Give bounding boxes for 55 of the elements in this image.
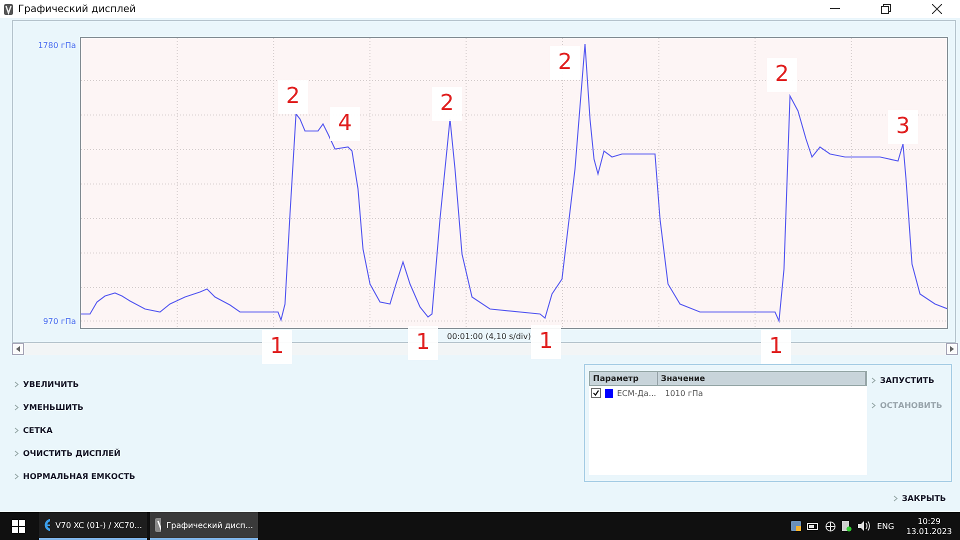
clock-date[interactable]: 13.01.2023	[906, 526, 952, 536]
annotation-number: 2	[550, 46, 580, 80]
annotation-number: 4	[330, 107, 360, 141]
command-link[interactable]: ОЧИСТИТЬ ДИСПЛЕЙ	[14, 447, 584, 459]
command-link[interactable]: УМЕНЬШИТЬ	[14, 401, 584, 413]
annotation-number: 1	[408, 326, 438, 360]
scroll-left-button[interactable]	[12, 343, 24, 355]
annotation-number: 1	[531, 325, 561, 359]
column-header[interactable]: Значение	[658, 372, 866, 385]
chevron-icon	[892, 494, 898, 502]
taskbar-app[interactable]: V70 XC (01-) / XC70...	[39, 512, 147, 540]
chevron-icon	[14, 404, 19, 410]
app-logo-icon	[4, 4, 13, 14]
chevron-icon	[14, 380, 19, 388]
battery-icon[interactable]	[806, 522, 819, 530]
language-indicator[interactable]: ENG	[876, 522, 894, 530]
annotation-number: 2	[767, 58, 797, 92]
globe-icon[interactable]	[824, 520, 836, 532]
right-arrow-icon	[950, 346, 954, 352]
chevron-icon	[14, 450, 19, 456]
table-cell-text: 1010 гПа	[665, 388, 704, 398]
table-cell-text: ECM-Да...	[617, 388, 658, 398]
chevron-icon	[14, 426, 19, 434]
scroll-right-button[interactable]	[946, 343, 958, 355]
restore-icon	[881, 4, 891, 14]
annotation-number: 2	[278, 80, 308, 114]
clock-time[interactable]: 10:29	[918, 516, 941, 526]
close-link[interactable]: ЗАКРЫТЬ	[892, 492, 946, 504]
browser-icon	[44, 518, 50, 532]
chevron-icon	[871, 376, 876, 384]
action-button[interactable]: ЗАПУСТИТЬ	[871, 374, 942, 386]
axis-label: 970 гПа	[43, 317, 76, 326]
checkbox[interactable]	[591, 388, 601, 398]
time-scale-label: 00:01:00 (4,10 s/div)	[447, 332, 531, 341]
command-link[interactable]: СЕТКА	[14, 424, 584, 436]
minimize-icon	[830, 8, 840, 10]
window-title: Графический дисплей	[18, 4, 137, 14]
annotation-number: 2	[432, 87, 462, 121]
speaker-icon[interactable]	[858, 521, 871, 531]
windows-icon	[12, 520, 24, 532]
device-icon[interactable]	[842, 520, 852, 532]
network-drive-icon[interactable]	[790, 521, 801, 531]
chevron-icon	[871, 402, 876, 408]
app-logo-icon	[155, 518, 162, 532]
axis-label: 1780 гПа	[38, 41, 76, 50]
left-arrow-icon	[16, 346, 20, 352]
chevron-icon	[14, 472, 19, 480]
command-link[interactable]: НОРМАЛЬНАЯ ЕМКОСТЬ	[14, 470, 584, 482]
command-link[interactable]: УВЕЛИЧИТЬ	[14, 378, 584, 390]
close-icon	[932, 4, 942, 14]
annotation-number: 1	[761, 330, 791, 364]
annotation-number: 3	[888, 110, 918, 144]
taskbar-app[interactable]: Графический дисп...	[150, 512, 258, 540]
annotation-number: 1	[262, 330, 292, 364]
column-header[interactable]: Параметр	[590, 372, 658, 385]
